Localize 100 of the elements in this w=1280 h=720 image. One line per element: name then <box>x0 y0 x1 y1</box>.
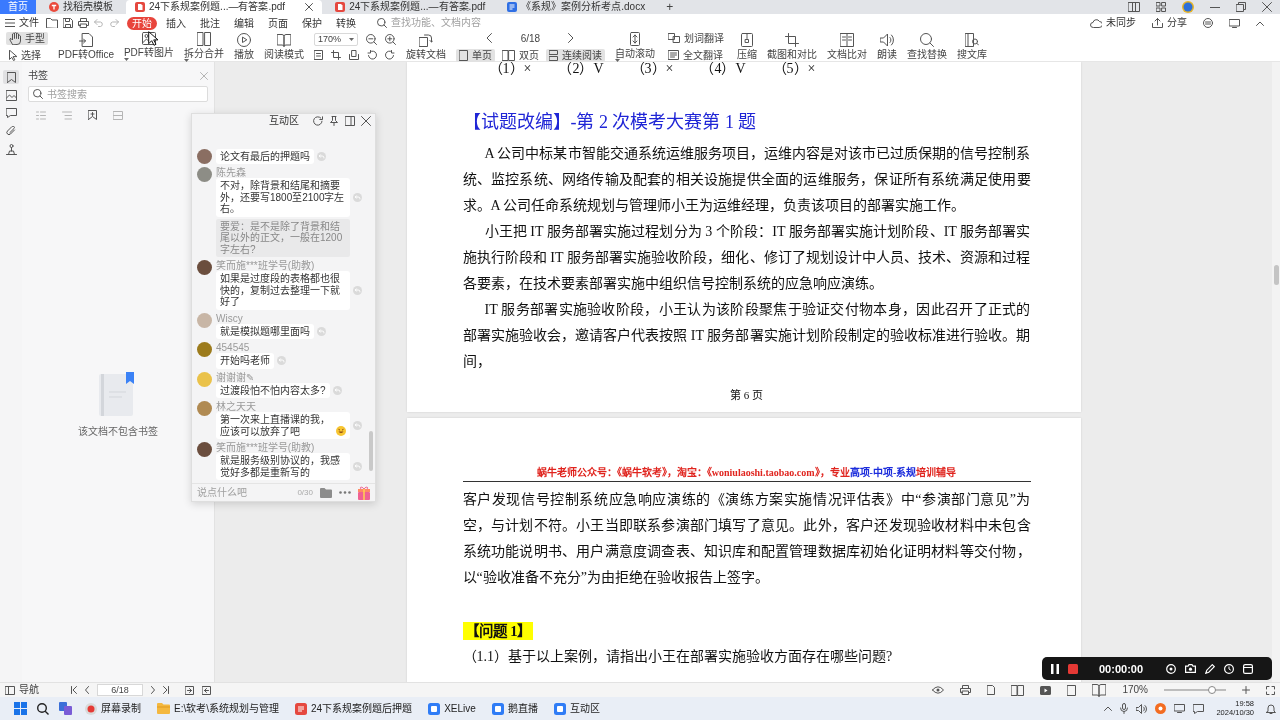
slider-thumb[interactable] <box>1208 686 1217 694</box>
first-page-icon[interactable] <box>71 686 77 694</box>
sidebar-tab[interactable] <box>3 142 19 156</box>
print-icon[interactable] <box>960 685 972 695</box>
circle-app-icon[interactable] <box>1155 703 1167 714</box>
previous-page-icon[interactable] <box>85 686 89 694</box>
panel-icon[interactable] <box>1128 2 1140 12</box>
document-tab[interactable]: 《系规》案例分析考点.docx <box>498 0 655 14</box>
close-icon[interactable] <box>1262 2 1272 12</box>
frame-icon[interactable] <box>330 50 341 60</box>
window-icon[interactable] <box>345 116 355 126</box>
tool-button[interactable]: 搜文库 <box>956 33 987 60</box>
exit-icon[interactable] <box>202 685 211 695</box>
eye-icon[interactable] <box>932 686 945 694</box>
folder-icon[interactable] <box>320 487 332 498</box>
avatar-icon[interactable] <box>1182 1 1194 13</box>
fullscreen-icon[interactable] <box>1266 685 1275 695</box>
disc-icon[interactable] <box>1203 18 1213 28</box>
menu-tab[interactable]: 开始 <box>127 16 157 30</box>
chevron-left-icon[interactable] <box>486 33 493 43</box>
gift-icon[interactable] <box>358 485 370 500</box>
single-page-icon[interactable] <box>1067 684 1077 696</box>
tool-button[interactable]: 划词翻译 <box>664 31 727 45</box>
taskbar-app[interactable]: 屏幕录制 <box>82 702 144 715</box>
rotate-right-icon[interactable] <box>384 50 395 60</box>
menu-tab[interactable]: 编辑 <box>229 16 259 30</box>
double-page-icon[interactable] <box>1011 684 1025 696</box>
scrollbar-thumb[interactable] <box>369 431 373 471</box>
print-icon[interactable] <box>78 18 89 28</box>
tray-icon[interactable] <box>348 50 359 60</box>
zoom-in-icon[interactable] <box>384 34 396 45</box>
monitor-icon[interactable] <box>1229 18 1240 28</box>
comment-icon[interactable] <box>1193 703 1205 714</box>
start-icon[interactable] <box>14 702 27 715</box>
zoom-field[interactable]: 170% <box>313 33 358 46</box>
sync-button[interactable]: 未同步 <box>1090 17 1136 29</box>
tool-button[interactable]: 旋转文档 <box>405 33 446 60</box>
home-tab[interactable]: 首页 <box>0 0 36 14</box>
menu-tab[interactable]: 插入 <box>161 16 191 30</box>
document-tab[interactable]: 找稻壳模板 <box>40 0 122 14</box>
tool-button[interactable]: 查找替换 <box>906 33 947 60</box>
search-icon[interactable] <box>37 702 49 715</box>
page-number-field[interactable]: 6/18 <box>97 684 143 696</box>
search-field[interactable]: 查找功能、文档内容 <box>391 17 521 29</box>
tool-button[interactable]: 选择 <box>6 48 48 62</box>
tool-button[interactable]: 文档比对 <box>826 33 867 60</box>
pause-icon[interactable] <box>1051 663 1059 674</box>
document-tab[interactable]: 24下系规案例题...—有答案.pdf <box>126 0 323 14</box>
taskbar-app[interactable]: 24下系规案例题后押题 <box>292 702 416 715</box>
sidebar-tab[interactable] <box>3 106 19 120</box>
tool-button[interactable]: 朗读 <box>876 33 897 60</box>
more-icon[interactable] <box>339 491 351 494</box>
taskbar-app[interactable]: XELive <box>425 702 479 715</box>
view-button[interactable]: 单页 <box>455 48 495 62</box>
menu-tab[interactable]: 页面 <box>263 16 293 30</box>
page-number-field[interactable]: 6/18 <box>500 31 561 45</box>
last-page-icon[interactable] <box>163 686 169 694</box>
tool-button[interactable]: 播放 <box>233 33 254 60</box>
tool-button[interactable]: 阅读模式 <box>263 33 304 60</box>
page-lines-icon[interactable] <box>313 50 323 60</box>
taskbar-app[interactable]: 互动区 <box>550 702 603 715</box>
tool-button[interactable]: 拆分合并 <box>183 31 224 62</box>
tool-button[interactable]: 全文翻译 <box>664 48 727 62</box>
stop-icon[interactable] <box>1068 663 1078 674</box>
search-field[interactable]: 书签搜索 <box>28 86 208 102</box>
sidebar-tab[interactable] <box>3 70 19 84</box>
refresh-icon[interactable] <box>313 116 323 126</box>
speaker-icon[interactable] <box>1136 703 1148 714</box>
target-icon[interactable] <box>1166 663 1177 674</box>
restore-icon[interactable] <box>1236 2 1246 12</box>
chevron-right-icon[interactable] <box>568 33 575 43</box>
monitor-icon[interactable] <box>1174 704 1186 713</box>
tool-button[interactable]: 手型 <box>6 31 48 45</box>
task-view-icon[interactable] <box>59 702 72 715</box>
play-icon[interactable] <box>1040 685 1052 695</box>
folder-icon[interactable] <box>46 18 58 28</box>
chat-input[interactable]: 说点什么吧 <box>197 486 285 499</box>
close-icon[interactable] <box>361 116 371 126</box>
sidebar-tab[interactable] <box>3 88 19 102</box>
rotate-left-icon[interactable] <box>366 50 377 60</box>
file-menu-button[interactable]: 文件 <box>5 17 39 29</box>
taskbar-app[interactable]: 鹅直播 <box>488 702 541 715</box>
bookmark-add-icon[interactable] <box>88 110 97 120</box>
chevron-up-icon[interactable] <box>1256 20 1264 26</box>
tool-button[interactable]: 截图和对比 <box>766 33 817 60</box>
tool-button[interactable]: PDF转Office <box>58 33 114 60</box>
clock-icon[interactable] <box>1224 663 1235 674</box>
scrollbar-thumb[interactable] <box>1273 265 1279 285</box>
chevron-up-icon[interactable] <box>1104 706 1113 711</box>
view-button[interactable]: 双页 <box>498 48 542 62</box>
pen-icon[interactable] <box>1205 663 1216 674</box>
taskbar-app[interactable]: E:\软考\系统规划与管理 <box>154 702 282 715</box>
pin-icon[interactable] <box>329 116 339 126</box>
camera-icon[interactable] <box>1185 664 1197 673</box>
tool-button[interactable]: 自动滚动 <box>614 31 655 62</box>
minimize-icon[interactable] <box>1210 6 1220 8</box>
next-page-icon[interactable] <box>151 686 155 694</box>
microphone-icon[interactable] <box>1120 703 1129 714</box>
save-icon[interactable] <box>63 18 73 28</box>
enter-icon[interactable] <box>185 685 194 695</box>
